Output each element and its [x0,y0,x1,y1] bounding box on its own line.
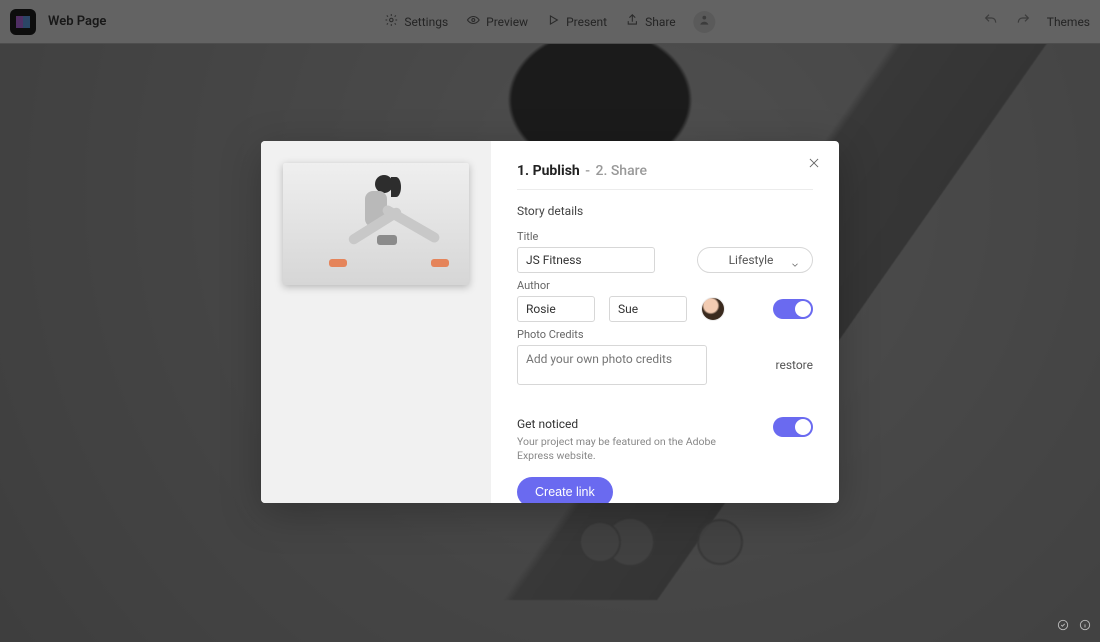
title-row: Lifestyle [517,247,813,273]
title-label: Title [517,230,813,243]
author-avatar[interactable] [701,297,725,321]
publish-modal: 1. Publish - 2. Share Story details Titl… [261,141,839,503]
author-row [517,296,813,322]
step-share[interactable]: 2. Share [596,163,647,179]
photo-credits-input[interactable] [517,345,707,385]
title-input[interactable] [517,247,655,273]
info-icon[interactable] [1078,617,1092,636]
author-input-1[interactable] [517,296,595,322]
get-noticed-row: Get noticed Your project may be featured… [517,417,813,463]
story-thumbnail [283,163,469,285]
author-input-2[interactable] [609,296,687,322]
category-select[interactable]: Lifestyle [697,247,813,273]
create-link-button[interactable]: Create link [517,477,613,503]
get-noticed-toggle[interactable] [773,417,813,437]
author-label: Author [517,279,813,292]
photo-credits-label: Photo Credits [517,328,813,341]
publish-steps: 1. Publish - 2. Share [517,163,813,190]
status-icons [1056,617,1092,636]
step-separator: - [585,163,590,179]
step-publish[interactable]: 1. Publish [517,163,580,179]
close-button[interactable] [805,155,823,173]
close-icon [807,155,821,174]
photo-credits-row: restore [517,345,813,385]
category-selected-label: Lifestyle [729,253,774,267]
get-noticed-subtext: Your project may be featured on the Adob… [517,435,717,463]
author-visibility-toggle[interactable] [773,299,813,319]
story-details-heading: Story details [517,204,813,218]
get-noticed-heading: Get noticed [517,417,717,431]
publish-modal-preview-pane [261,141,491,503]
sync-status-icon[interactable] [1056,617,1070,636]
publish-modal-form-pane: 1. Publish - 2. Share Story details Titl… [491,141,839,503]
restore-button[interactable]: restore [776,358,813,372]
